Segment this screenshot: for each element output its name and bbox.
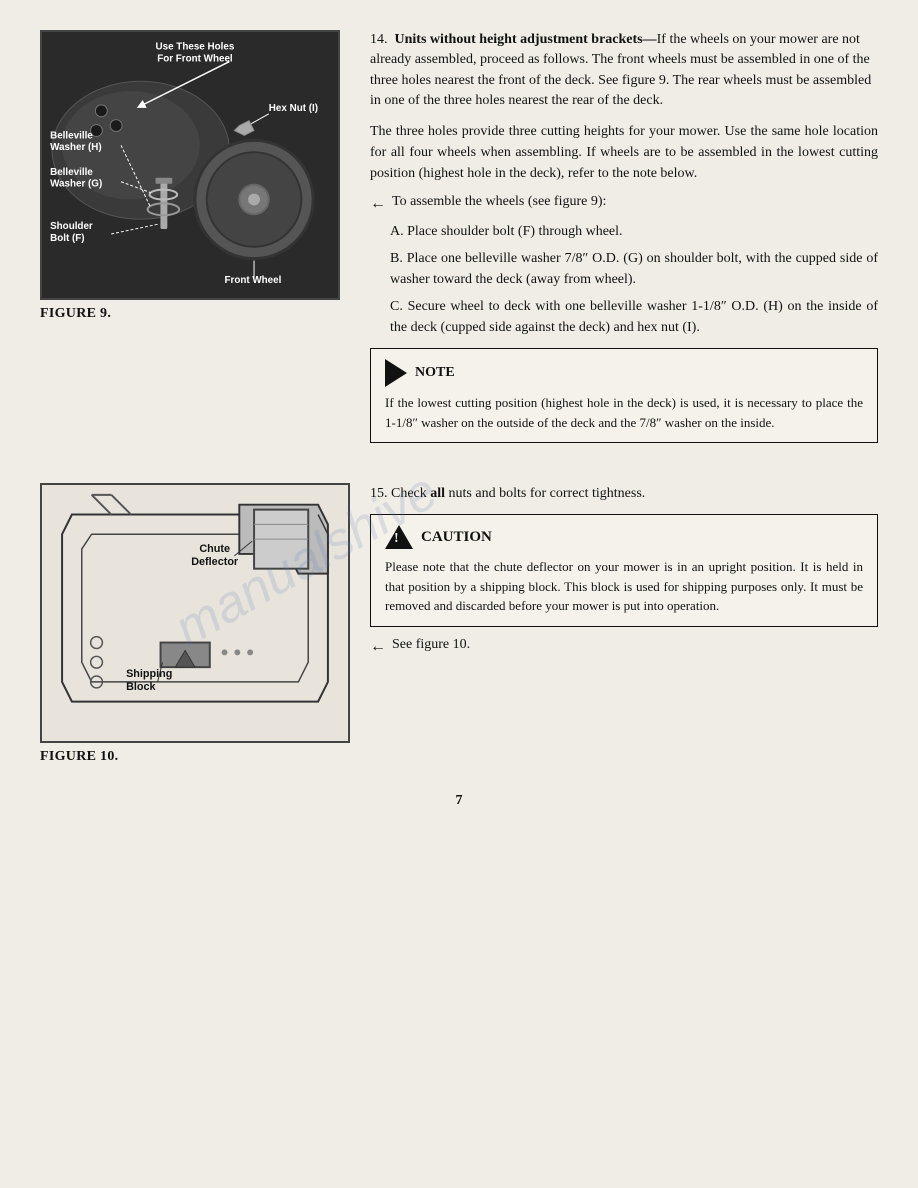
step-c: C. Secure wheel to deck with one bellevi…: [370, 296, 878, 338]
svg-text:Bolt (F): Bolt (F): [50, 233, 84, 244]
figure-9-label: FIGURE 9.: [40, 306, 350, 322]
figure-10-image: Chute Deflector Shipping Block: [40, 483, 350, 743]
caution-box: CAUTION Please note that the chute defle…: [370, 514, 878, 627]
caution-text: Please note that the chute deflector on …: [385, 557, 863, 616]
svg-text:Shipping: Shipping: [126, 668, 172, 680]
fig10-arrow-line: ← See figure 10.: [370, 637, 878, 656]
caution-triangle-icon: [385, 525, 413, 549]
svg-text:Front Wheel: Front Wheel: [224, 275, 281, 286]
left-column: Use These Holes For Front Wheel Hex Nut …: [40, 30, 350, 453]
step-a-text: Place shoulder bolt (F) through wheel.: [407, 224, 622, 239]
note-arrow-icon: [385, 359, 407, 387]
item-14-number: 14.: [370, 32, 388, 47]
item-14-text: 14. Units without height adjustment brac…: [370, 30, 878, 111]
page-number: 7: [40, 793, 878, 809]
svg-text:Use These Holes: Use These Holes: [156, 42, 235, 53]
step-c-text: Secure wheel to deck with one belleville…: [390, 299, 878, 335]
item-15-number: 15.: [370, 486, 391, 501]
step-a-letter: A.: [390, 224, 407, 239]
step-b-text: Place one belleville washer 7/8″ O.D. (G…: [390, 251, 878, 287]
left-column-bottom: Chute Deflector Shipping Block: [40, 483, 350, 773]
svg-text:Chute: Chute: [199, 543, 230, 555]
assemble-steps: A. Place shoulder bolt (F) through wheel…: [370, 221, 878, 338]
page: Use These Holes For Front Wheel Hex Nut …: [0, 0, 918, 1188]
step-b: B. Place one belleville washer 7/8″ O.D.…: [370, 248, 878, 290]
top-section: Use These Holes For Front Wheel Hex Nut …: [40, 30, 878, 453]
svg-text:Hex Nut (I): Hex Nut (I): [269, 103, 318, 114]
arrow-left-fig10-icon: ←: [370, 638, 386, 656]
see-figure-10-text: See figure 10.: [392, 637, 470, 653]
svg-text:Shoulder: Shoulder: [50, 221, 93, 232]
svg-text:Block: Block: [126, 681, 156, 693]
svg-text:Washer (H): Washer (H): [50, 142, 102, 153]
right-column-top: 14. Units without height adjustment brac…: [370, 30, 878, 453]
right-column-bottom: 15. Check all nuts and bolts for correct…: [370, 483, 878, 773]
item-15-all: all: [430, 486, 445, 501]
note-box: NOTE If the lowest cutting position (hig…: [370, 348, 878, 443]
step-c-letter: C.: [390, 299, 408, 314]
item-14-paragraph2: The three holes provide three cutting he…: [370, 121, 878, 184]
item-15-text: 15. Check all nuts and bolts for correct…: [370, 483, 878, 504]
svg-text:Belleville: Belleville: [50, 130, 93, 141]
svg-text:Belleville: Belleville: [50, 167, 93, 178]
svg-text:For Front Wheel: For Front Wheel: [157, 54, 233, 65]
item-14-header-bold: Units without height adjustment brackets…: [395, 32, 657, 47]
step-a: A. Place shoulder bolt (F) through wheel…: [370, 221, 878, 242]
svg-text:Deflector: Deflector: [191, 556, 239, 568]
note-text: If the lowest cutting position (highest …: [385, 393, 863, 432]
step-b-letter: B.: [390, 251, 407, 266]
assemble-intro-text: To assemble the wheels (see figure 9):: [392, 194, 606, 210]
caution-label: CAUTION: [421, 529, 492, 546]
note-header: NOTE: [385, 359, 863, 387]
figure-10-label: FIGURE 10.: [40, 749, 350, 765]
caution-header: CAUTION: [385, 525, 863, 549]
arrow-left-icon: ←: [370, 195, 386, 213]
figure-9-image: Use These Holes For Front Wheel Hex Nut …: [40, 30, 340, 300]
bottom-section: Chute Deflector Shipping Block: [40, 483, 878, 773]
note-label: NOTE: [415, 365, 455, 381]
svg-text:Washer (G): Washer (G): [50, 179, 102, 190]
assemble-intro-line: ← To assemble the wheels (see figure 9):: [370, 194, 878, 213]
